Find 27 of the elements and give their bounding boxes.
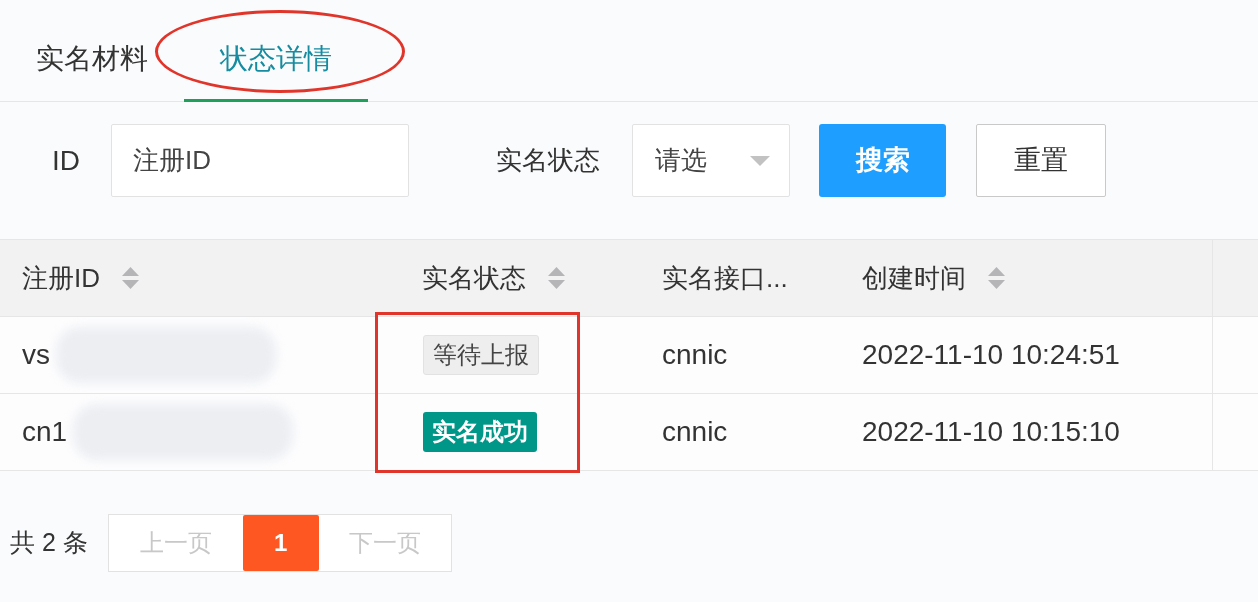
column-header: 实名状态 [422, 261, 526, 295]
table-cell-text: cn1 [22, 415, 68, 449]
search-button[interactable]: 搜索 [819, 124, 946, 197]
total-count: 共 2 条 [10, 527, 88, 559]
status-tag: 等待上报 [423, 335, 539, 375]
id-input-field[interactable]: 注册ID [111, 124, 409, 197]
table-cell-text: cnnic [662, 415, 728, 449]
status-label: 实名状态 [496, 144, 600, 177]
column-header: 创建时间 [862, 261, 966, 295]
sort-icon[interactable] [988, 267, 1005, 289]
table-cell-text: 2022-11-10 10:24:51 [862, 338, 1120, 372]
table-cell-text: 2022-11-10 10:15:10 [862, 415, 1120, 449]
tab[interactable]: 实名材料 [0, 0, 184, 102]
page-button[interactable]: 1 [242, 515, 319, 571]
sort-icon[interactable] [122, 267, 139, 289]
caret-icon [750, 155, 770, 166]
sort-icon[interactable] [548, 267, 565, 289]
tab[interactable]: 状态详情 [184, 0, 368, 102]
id-label: ID [52, 143, 80, 178]
reset-button[interactable]: 重置 [976, 124, 1106, 197]
select-placeholder: 请选 [655, 144, 707, 177]
status-tag: 实名成功 [423, 412, 537, 452]
status-select[interactable]: 请选 [632, 124, 790, 197]
table-cell-text: cnnic [662, 338, 728, 372]
column-header: 实名接口... [662, 261, 788, 295]
column-header: 注册ID [22, 261, 100, 295]
table-cell-text: vs [22, 338, 50, 372]
